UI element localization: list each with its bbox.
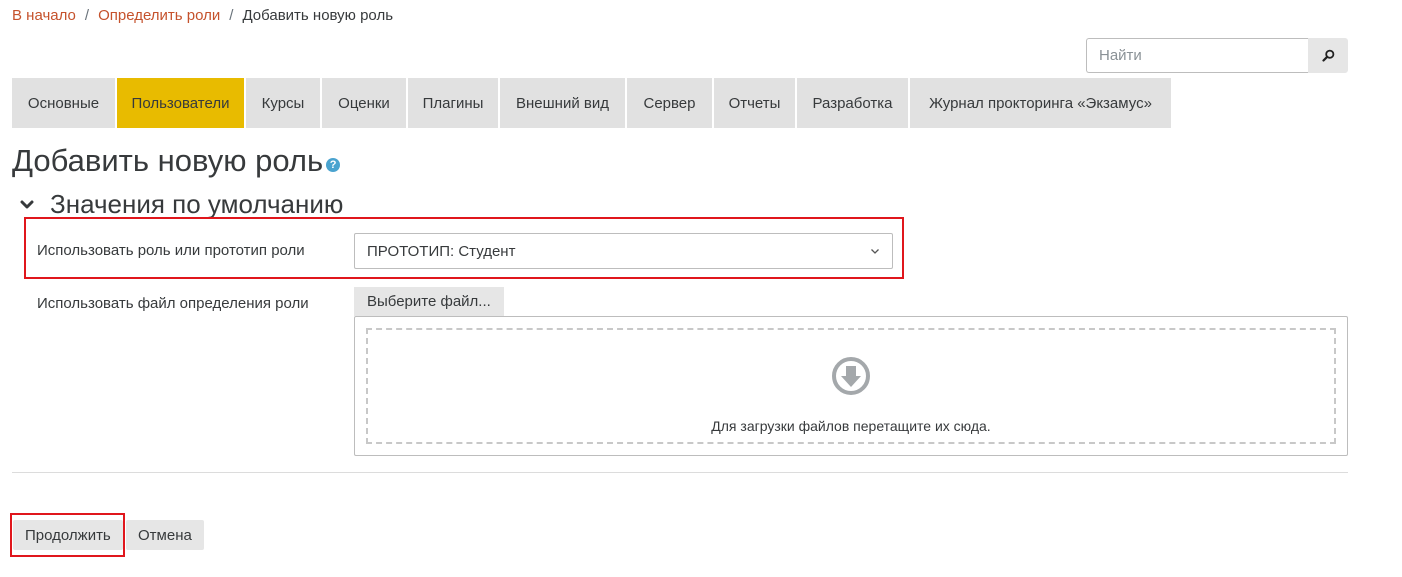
tab-server[interactable]: Сервер: [627, 78, 712, 128]
role-prototype-value: ПРОТОТИП: Студент: [367, 242, 516, 260]
role-prototype-label: Использовать роль или прототип роли: [37, 242, 305, 259]
search-button[interactable]: [1308, 38, 1348, 73]
page-title: Добавить новую роль ?: [12, 143, 341, 179]
breadcrumb-separator: /: [229, 7, 234, 24]
search-box: [1086, 38, 1348, 73]
breadcrumb-home-link[interactable]: В начало: [12, 7, 76, 24]
breadcrumb: В начало / Определить роли / Добавить но…: [12, 7, 393, 24]
tab-plugins[interactable]: Плагины: [408, 78, 498, 128]
tab-courses[interactable]: Курсы: [246, 78, 320, 128]
download-circle-icon: [832, 357, 870, 395]
dropzone-dashed-area: Для загрузки файлов перетащите их сюда.: [366, 328, 1336, 444]
tab-proctoring-log[interactable]: Журнал прокторинга «Экзамус»: [910, 78, 1171, 128]
section-toggle[interactable]: Значения по умолчанию: [20, 189, 343, 220]
form-divider: [12, 472, 1348, 473]
breadcrumb-separator: /: [84, 7, 90, 24]
breadcrumb-current: Добавить новую роль: [242, 7, 394, 24]
admin-tabs: Основные Пользователи Курсы Оценки Плаги…: [12, 78, 1173, 128]
tab-development[interactable]: Разработка: [797, 78, 908, 128]
breadcrumb-define-roles-link[interactable]: Определить роли: [98, 7, 220, 24]
role-prototype-select[interactable]: ПРОТОТИП: Студент: [354, 233, 893, 269]
continue-button[interactable]: Продолжить: [13, 520, 123, 550]
file-dropzone[interactable]: Для загрузки файлов перетащите их сюда.: [354, 316, 1348, 456]
role-file-label: Использовать файл определения роли: [37, 295, 309, 312]
tab-reports[interactable]: Отчеты: [714, 78, 795, 128]
chevron-down-icon: [20, 200, 34, 208]
choose-file-button[interactable]: Выберите файл...: [354, 287, 504, 316]
chevron-down-icon: [871, 248, 879, 254]
dropzone-text: Для загрузки файлов перетащите их сюда.: [711, 418, 991, 434]
search-input[interactable]: [1086, 38, 1308, 73]
tab-grades[interactable]: Оценки: [322, 78, 406, 128]
tab-appearance[interactable]: Внешний вид: [500, 78, 625, 128]
section-title: Значения по умолчанию: [50, 189, 344, 219]
tab-users[interactable]: Пользователи: [117, 78, 244, 128]
cancel-button[interactable]: Отмена: [126, 520, 204, 550]
page-title-text: Добавить новую роль: [12, 143, 324, 178]
tab-general[interactable]: Основные: [12, 78, 115, 128]
question-circle-icon[interactable]: ?: [326, 157, 341, 172]
search-icon: [1321, 49, 1334, 62]
